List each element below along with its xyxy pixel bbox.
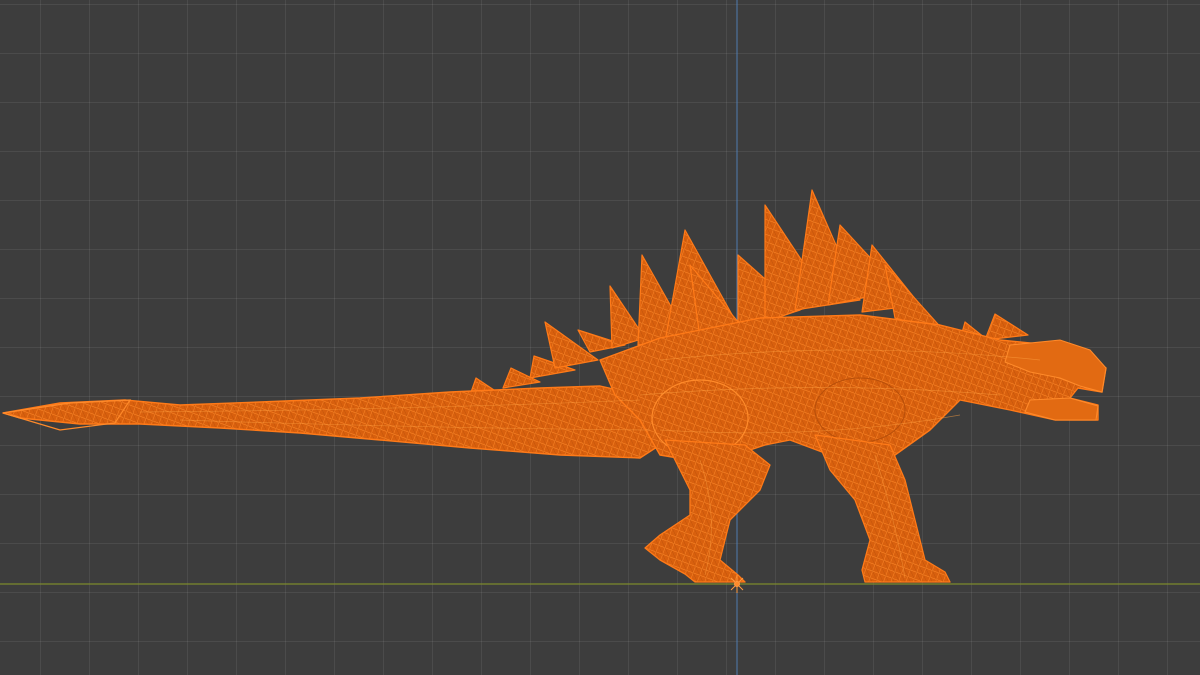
dinosaur-mesh[interactable] xyxy=(2,189,1107,583)
3d-viewport[interactable] xyxy=(0,0,1200,675)
tail xyxy=(2,385,661,459)
front-leg xyxy=(814,434,951,583)
hind-leg xyxy=(644,439,771,583)
lower-jaw xyxy=(1024,397,1099,421)
viewport-canvas[interactable] xyxy=(0,0,1200,675)
